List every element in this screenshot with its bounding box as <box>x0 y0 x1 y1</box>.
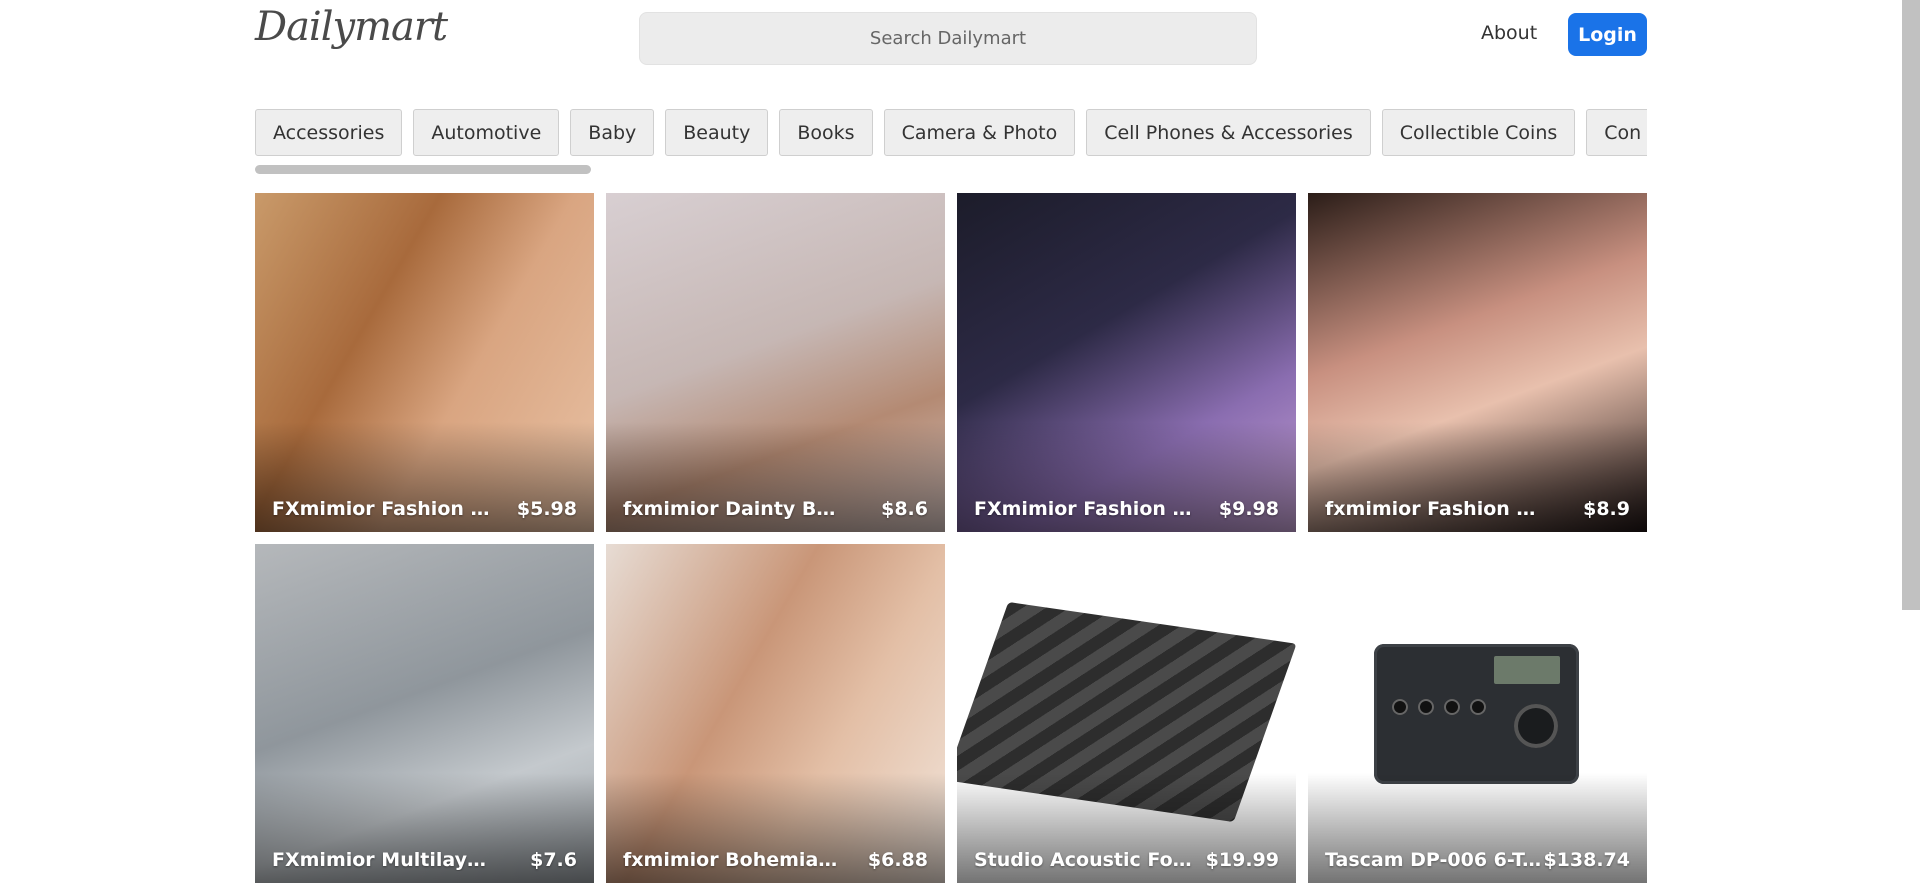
about-link[interactable]: About <box>1481 22 1537 44</box>
category-chip[interactable]: Camera & Photo <box>883 109 1076 156</box>
product-info: fxmimior Dainty Boho ... $8.6 <box>623 498 928 520</box>
category-chip[interactable]: Accessories <box>255 109 403 156</box>
category-chip[interactable]: Beauty <box>665 109 769 156</box>
category-chip[interactable]: Con <box>1586 109 1647 156</box>
product-title: FXmimior Fashion W... <box>974 498 1199 520</box>
product-title: fxmimior Dainty Boho ... <box>623 498 848 520</box>
search-input[interactable] <box>639 12 1257 65</box>
product-info: fxmimior Fashion Wo... $8.9 <box>1325 498 1630 520</box>
product-price: $9.98 <box>1218 498 1279 520</box>
product-title: Studio Acoustic Foa... <box>974 849 1199 871</box>
product-card[interactable]: FXmimior Multilayer N... $7.6 <box>255 544 594 883</box>
product-title: Tascam DP-006 6-T... <box>1325 849 1544 871</box>
product-price: $19.99 <box>1205 849 1279 871</box>
product-card[interactable]: Studio Acoustic Foa... $19.99 <box>957 544 1296 883</box>
page-container: Dailymart About Login Accessories Automo… <box>255 0 1647 883</box>
recorder-knob <box>1470 699 1486 715</box>
page-scrollbar-thumb[interactable] <box>1902 0 1920 610</box>
category-chip[interactable]: Cell Phones & Accessories <box>1086 109 1371 156</box>
recorder-knob <box>1444 699 1460 715</box>
product-card[interactable]: fxmimior Fashion Wo... $8.9 <box>1308 193 1647 532</box>
category-chip[interactable]: Automotive <box>413 109 560 156</box>
product-price: $8.9 <box>1583 498 1630 520</box>
product-price: $5.98 <box>516 498 577 520</box>
product-price: $138.74 <box>1543 849 1630 871</box>
product-price: $6.88 <box>867 849 928 871</box>
category-chip[interactable]: Books <box>779 109 873 156</box>
product-title: fxmimior Fashion Wo... <box>1325 498 1550 520</box>
category-chip[interactable]: Baby <box>570 109 655 156</box>
product-info: Tascam DP-006 6-T... $138.74 <box>1325 849 1630 871</box>
header: Dailymart About Login <box>255 0 1647 80</box>
recorder-image <box>1374 644 1579 784</box>
recorder-screen <box>1494 656 1560 684</box>
category-scrollbar-thumb[interactable] <box>255 165 591 174</box>
product-info: FXmimior Fashion W... $9.98 <box>974 498 1279 520</box>
product-card[interactable]: FXmimior Fashion W... $5.98 <box>255 193 594 532</box>
product-title: FXmimior Multilayer N... <box>272 849 497 871</box>
recorder-knob <box>1418 699 1434 715</box>
product-price: $7.6 <box>530 849 577 871</box>
product-card[interactable]: fxmimior Bohemian ... $6.88 <box>606 544 945 883</box>
category-row: Accessories Automotive Baby Beauty Books… <box>255 109 1647 156</box>
product-card[interactable]: FXmimior Fashion W... $9.98 <box>957 193 1296 532</box>
login-button[interactable]: Login <box>1568 13 1647 56</box>
product-title: fxmimior Bohemian ... <box>623 849 848 871</box>
product-card[interactable]: Tascam DP-006 6-T... $138.74 <box>1308 544 1647 883</box>
site-logo[interactable]: Dailymart <box>255 4 448 50</box>
product-card[interactable]: fxmimior Dainty Boho ... $8.6 <box>606 193 945 532</box>
category-chip[interactable]: Collectible Coins <box>1381 109 1576 156</box>
product-info: fxmimior Bohemian ... $6.88 <box>623 849 928 871</box>
recorder-dial <box>1514 704 1558 748</box>
category-scrollbar[interactable] <box>255 165 1647 174</box>
product-grid: FXmimior Fashion W... $5.98 fxmimior Dai… <box>255 193 1647 883</box>
product-title: FXmimior Fashion W... <box>272 498 497 520</box>
recorder-knob <box>1392 699 1408 715</box>
product-price: $8.6 <box>881 498 928 520</box>
product-info: FXmimior Fashion W... $5.98 <box>272 498 577 520</box>
category-bar: Accessories Automotive Baby Beauty Books… <box>255 109 1647 156</box>
product-info: Studio Acoustic Foa... $19.99 <box>974 849 1279 871</box>
product-info: FXmimior Multilayer N... $7.6 <box>272 849 577 871</box>
